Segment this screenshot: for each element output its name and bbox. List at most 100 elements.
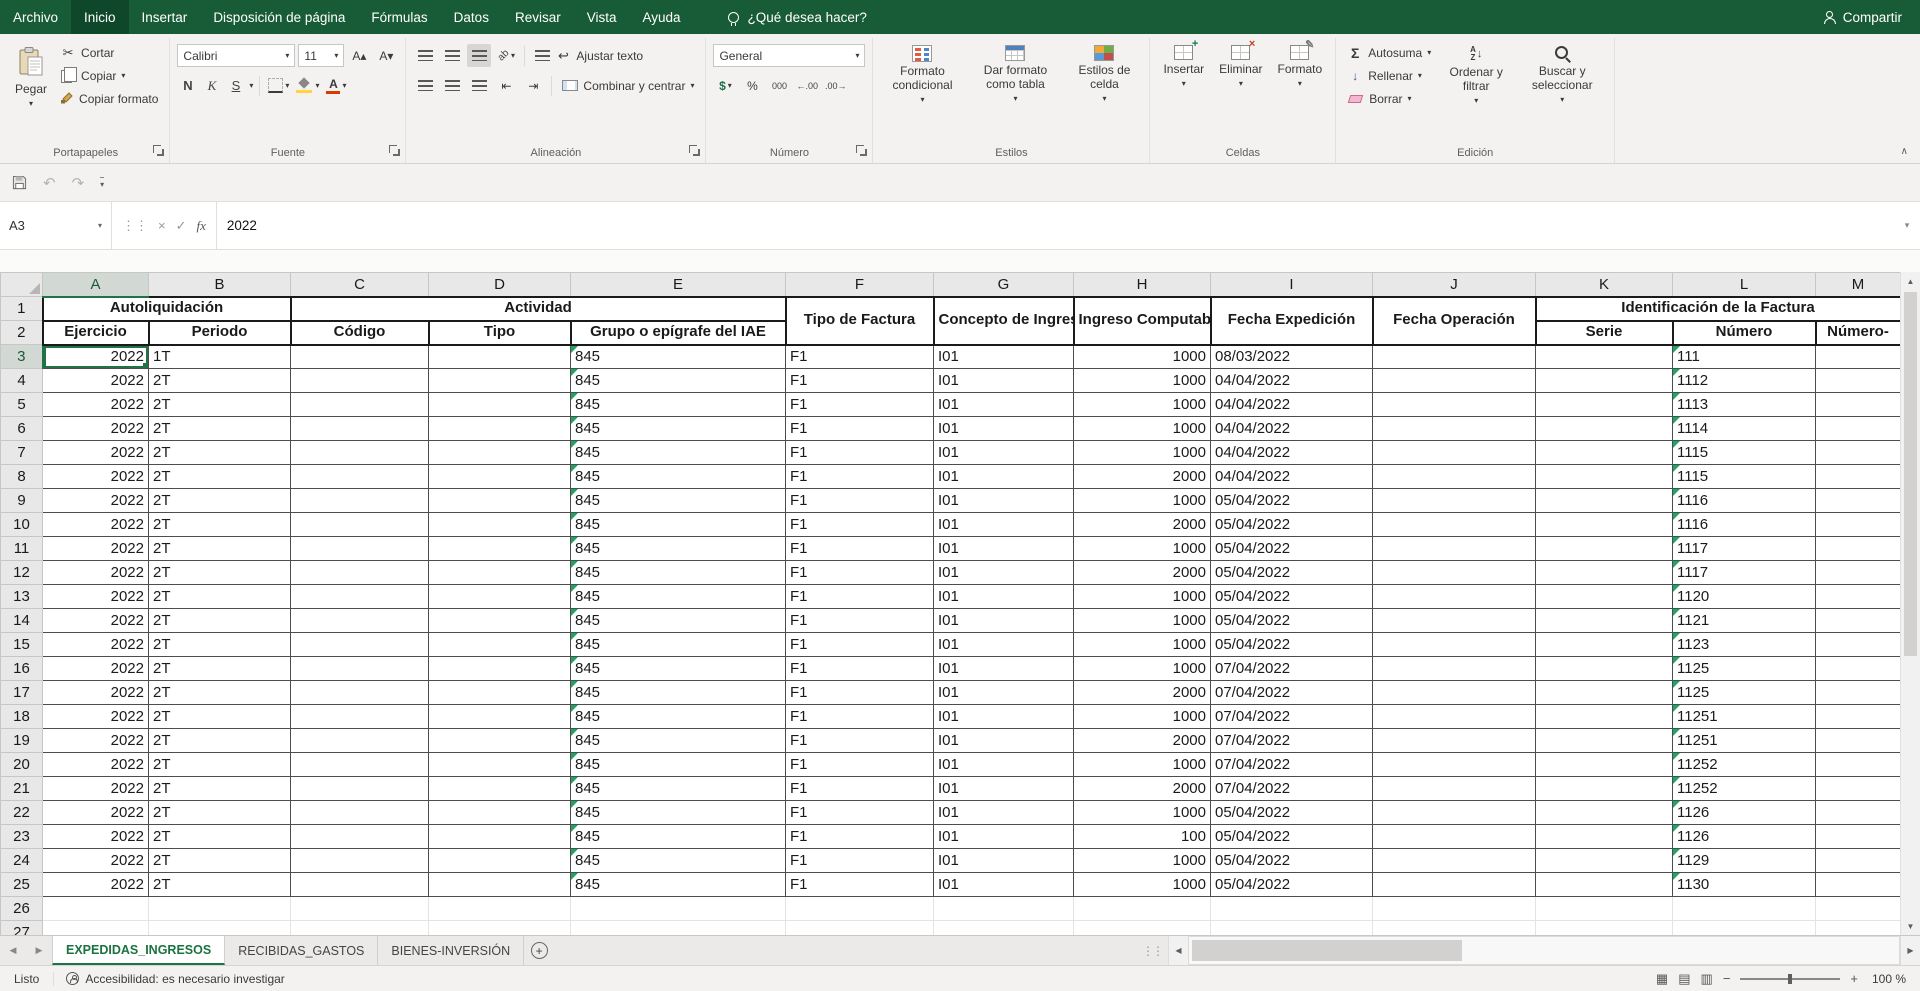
cell-J10[interactable] xyxy=(1373,513,1536,537)
cell-K18[interactable] xyxy=(1536,705,1673,729)
cell-K21[interactable] xyxy=(1536,777,1673,801)
align-top-button[interactable] xyxy=(413,44,437,67)
cell-M27[interactable] xyxy=(1816,921,1901,936)
row-header-27[interactable]: 27 xyxy=(1,921,43,936)
cell-G15[interactable]: I01 xyxy=(934,633,1074,657)
cell-E15[interactable]: 845 xyxy=(571,633,786,657)
cell-C26[interactable] xyxy=(291,897,429,921)
cell-K5[interactable] xyxy=(1536,393,1673,417)
cell-L8[interactable]: 1115 xyxy=(1673,465,1816,489)
cell-I21[interactable]: 07/04/2022 xyxy=(1211,777,1373,801)
cell-G14[interactable]: I01 xyxy=(934,609,1074,633)
cell-J16[interactable] xyxy=(1373,657,1536,681)
cell-J25[interactable] xyxy=(1373,873,1536,897)
cell-L16[interactable]: 1125 xyxy=(1673,657,1816,681)
view-normal-button[interactable]: ▦ xyxy=(1656,971,1668,987)
header-cell[interactable]: Ejercicio xyxy=(43,321,149,345)
row-header-4[interactable]: 4 xyxy=(1,369,43,393)
cell-E12[interactable]: 845 xyxy=(571,561,786,585)
cell-G24[interactable]: I01 xyxy=(934,849,1074,873)
cell-C4[interactable] xyxy=(291,369,429,393)
cell-I13[interactable]: 05/04/2022 xyxy=(1211,585,1373,609)
row-header-24[interactable]: 24 xyxy=(1,849,43,873)
cell-I24[interactable]: 05/04/2022 xyxy=(1211,849,1373,873)
cell-C10[interactable] xyxy=(291,513,429,537)
zoom-slider[interactable] xyxy=(1740,978,1840,980)
cell-G25[interactable]: I01 xyxy=(934,873,1074,897)
cell-B18[interactable]: 2T xyxy=(149,705,291,729)
column-header-E[interactable]: E xyxy=(571,273,786,297)
cell-I19[interactable]: 07/04/2022 xyxy=(1211,729,1373,753)
cell-A22[interactable]: 2022 xyxy=(43,801,149,825)
cell-A16[interactable]: 2022 xyxy=(43,657,149,681)
name-box[interactable]: A3 ▾ xyxy=(0,202,112,249)
cell-H3[interactable]: 1000 xyxy=(1074,345,1211,369)
align-middle-button[interactable] xyxy=(440,44,464,67)
cell-B14[interactable]: 2T xyxy=(149,609,291,633)
cell-K6[interactable] xyxy=(1536,417,1673,441)
cell-G21[interactable]: I01 xyxy=(934,777,1074,801)
cell-J14[interactable] xyxy=(1373,609,1536,633)
cell-F7[interactable]: F1 xyxy=(786,441,934,465)
cell-A24[interactable]: 2022 xyxy=(43,849,149,873)
cell-C5[interactable] xyxy=(291,393,429,417)
cell-I25[interactable]: 05/04/2022 xyxy=(1211,873,1373,897)
cell-A19[interactable]: 2022 xyxy=(43,729,149,753)
cell-C3[interactable] xyxy=(291,345,429,369)
cell-F10[interactable]: F1 xyxy=(786,513,934,537)
column-header-F[interactable]: F xyxy=(786,273,934,297)
row-header-17[interactable]: 17 xyxy=(1,681,43,705)
cell-L3[interactable]: 111 xyxy=(1673,345,1816,369)
cell-L15[interactable]: 1123 xyxy=(1673,633,1816,657)
cell-J20[interactable] xyxy=(1373,753,1536,777)
cell-G13[interactable]: I01 xyxy=(934,585,1074,609)
cell-G5[interactable]: I01 xyxy=(934,393,1074,417)
accessibility-status[interactable]: Accesibilidad: es necesario investigar xyxy=(53,972,296,986)
accounting-format-button[interactable]: $ ▾ xyxy=(713,74,737,97)
share-button[interactable]: Compartir xyxy=(1823,10,1902,25)
cell-H26[interactable] xyxy=(1074,897,1211,921)
row-header-6[interactable]: 6 xyxy=(1,417,43,441)
menu-tab-ayuda[interactable]: Ayuda xyxy=(630,0,694,34)
cell-H16[interactable]: 1000 xyxy=(1074,657,1211,681)
sheet-tab-recibidas_gastos[interactable]: RECIBIDAS_GASTOS xyxy=(225,936,378,965)
increase-decimal-button[interactable]: ←.00 xyxy=(794,74,820,97)
cell-D15[interactable] xyxy=(429,633,571,657)
cell-D22[interactable] xyxy=(429,801,571,825)
hscroll-right-arrow[interactable]: ▶ xyxy=(1900,936,1920,965)
cell-H13[interactable]: 1000 xyxy=(1074,585,1211,609)
cell-M22[interactable] xyxy=(1816,801,1901,825)
cell-D20[interactable] xyxy=(429,753,571,777)
cell-C27[interactable] xyxy=(291,921,429,936)
header-group-cell[interactable]: Actividad xyxy=(291,297,786,321)
copy-button[interactable]: Copiar ▾ xyxy=(56,64,162,87)
sheet-tab-expedidas_ingresos[interactable]: EXPEDIDAS_INGRESOS xyxy=(52,936,225,965)
cell-F6[interactable]: F1 xyxy=(786,417,934,441)
cell-B12[interactable]: 2T xyxy=(149,561,291,585)
cell-H12[interactable]: 2000 xyxy=(1074,561,1211,585)
cell-L23[interactable]: 1126 xyxy=(1673,825,1816,849)
comma-style-button[interactable]: 000 xyxy=(767,74,791,97)
vscroll-down-arrow[interactable]: ▼ xyxy=(1901,917,1920,935)
vscroll-up-arrow[interactable]: ▲ xyxy=(1901,272,1920,290)
cell-L19[interactable]: 11251 xyxy=(1673,729,1816,753)
orientation-button[interactable]: ab ▾ xyxy=(494,44,518,67)
cell-D19[interactable] xyxy=(429,729,571,753)
cell-F23[interactable]: F1 xyxy=(786,825,934,849)
redo-button[interactable]: ↷ xyxy=(72,174,85,192)
cell-M17[interactable] xyxy=(1816,681,1901,705)
menu-tab-fórmulas[interactable]: Fórmulas xyxy=(358,0,440,34)
cell-J4[interactable] xyxy=(1373,369,1536,393)
cell-G11[interactable]: I01 xyxy=(934,537,1074,561)
zoom-slider-thumb[interactable] xyxy=(1788,974,1792,984)
header-group-cell[interactable]: Autoliquidación xyxy=(43,297,291,321)
save-button[interactable] xyxy=(12,175,27,190)
cell-L17[interactable]: 1125 xyxy=(1673,681,1816,705)
cell-A12[interactable]: 2022 xyxy=(43,561,149,585)
cell-F4[interactable]: F1 xyxy=(786,369,934,393)
cell-E19[interactable]: 845 xyxy=(571,729,786,753)
cell-B3[interactable]: 1T xyxy=(149,345,291,369)
cell-K13[interactable] xyxy=(1536,585,1673,609)
cell-E6[interactable]: 845 xyxy=(571,417,786,441)
cell-J23[interactable] xyxy=(1373,825,1536,849)
